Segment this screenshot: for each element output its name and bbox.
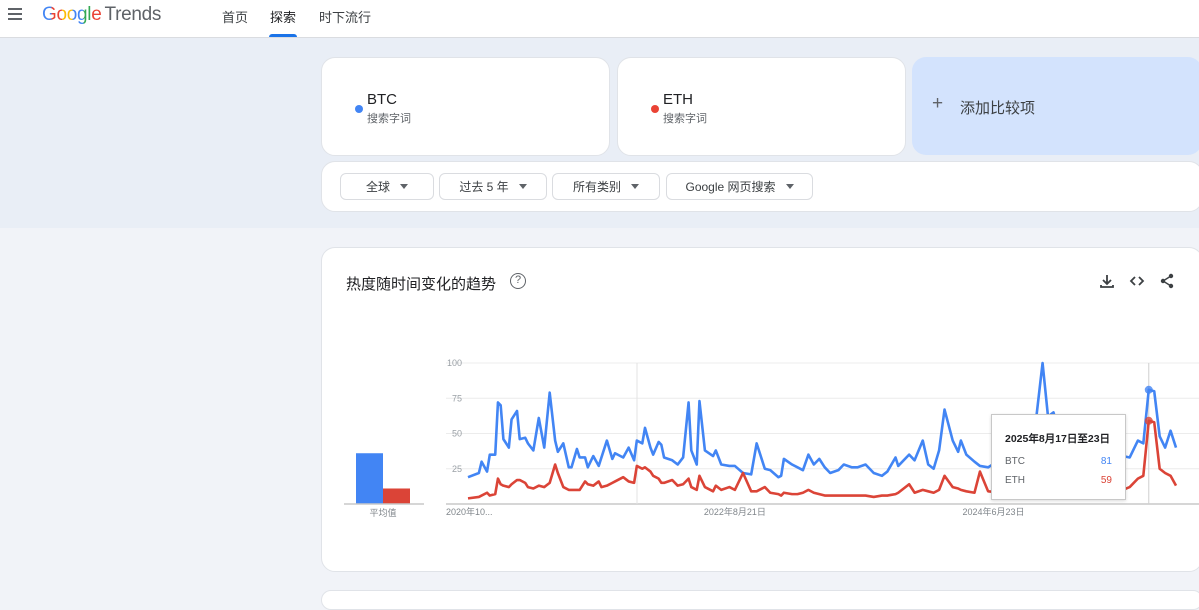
y-tick-label: 25 bbox=[452, 464, 462, 474]
region-select[interactable]: 全球 bbox=[340, 173, 434, 200]
hover-point-eth bbox=[1144, 416, 1153, 425]
eth-color-dot bbox=[651, 105, 659, 113]
y-tick-label: 100 bbox=[447, 358, 462, 368]
x-tick-label: 2022年8月21日 bbox=[704, 506, 766, 517]
tooltip-value: 59 bbox=[1100, 475, 1112, 486]
average-bar-btc bbox=[356, 453, 383, 504]
term-type: 搜索字词 bbox=[663, 113, 707, 125]
logo-trends: Trends bbox=[104, 4, 162, 25]
search-type-select[interactable]: Google 网页搜索 bbox=[666, 173, 813, 200]
add-comparison-label: 添加比较项 bbox=[960, 100, 1036, 117]
trend-chart[interactable]: 100 75 50 25 2020年10... 2022年8月21日 2024年6月23日 平… bbox=[322, 248, 1199, 573]
next-card bbox=[321, 590, 1199, 610]
hamburger-menu-icon[interactable] bbox=[8, 8, 22, 20]
plus-icon: + bbox=[932, 93, 944, 114]
x-tick-label: 2020年10... bbox=[446, 506, 493, 517]
nav-trending[interactable]: 时下流行 bbox=[319, 7, 371, 26]
term-card-eth[interactable]: ETH 搜索字词 bbox=[617, 57, 906, 156]
region-value: 全球 bbox=[365, 180, 390, 194]
btc-color-dot bbox=[355, 105, 363, 113]
add-comparison-button[interactable]: + 添加比较项 bbox=[912, 57, 1199, 155]
google-trends-logo[interactable]: Google Trends bbox=[42, 4, 161, 26]
time-range-value: 过去 5 年 bbox=[459, 180, 509, 194]
category-select[interactable]: 所有类别 bbox=[552, 173, 660, 200]
dropdown-caret-icon bbox=[400, 184, 408, 189]
dropdown-caret-icon bbox=[631, 184, 639, 189]
logo-google: Google bbox=[42, 4, 102, 25]
search-type-value: Google 网页搜索 bbox=[685, 180, 776, 194]
term-name: BTC bbox=[367, 91, 397, 108]
filter-bar: 全球 过去 5 年 所有类别 Google 网页搜索 bbox=[321, 161, 1199, 212]
tooltip-term: BTC bbox=[1005, 456, 1025, 467]
top-bar: Google Trends 首页 探索 时下流行 bbox=[0, 0, 1199, 38]
tooltip-date: 2025年8月17日至23日 bbox=[1005, 433, 1111, 445]
term-type: 搜索字词 bbox=[367, 113, 411, 125]
y-tick-label: 50 bbox=[452, 429, 462, 439]
nav-explore[interactable]: 探索 bbox=[268, 7, 298, 37]
term-name: ETH bbox=[663, 91, 693, 108]
average-bar-eth bbox=[383, 488, 410, 504]
tooltip-row-btc: BTC 81 bbox=[1005, 456, 1112, 467]
average-label: 平均值 bbox=[369, 507, 396, 518]
tooltip-term: ETH bbox=[1005, 475, 1025, 486]
tooltip-value: 81 bbox=[1100, 456, 1112, 467]
nav-home[interactable]: 首页 bbox=[222, 7, 248, 26]
time-range-select[interactable]: 过去 5 年 bbox=[439, 173, 547, 200]
dropdown-caret-icon bbox=[785, 184, 794, 189]
x-tick-label: 2024年6月23日 bbox=[963, 506, 1025, 517]
tooltip-row-eth: ETH 59 bbox=[1005, 475, 1112, 486]
y-tick-label: 75 bbox=[452, 393, 462, 403]
dropdown-caret-icon bbox=[518, 184, 527, 189]
hover-point-btc bbox=[1144, 385, 1153, 394]
interest-over-time-card: 热度随时间变化的趋势 ? 100 75 50 25 2020年10... 2022年8月2… bbox=[321, 247, 1199, 572]
hover-tooltip: 2025年8月17日至23日 BTC 81 ETH 59 bbox=[991, 414, 1126, 500]
category-value: 所有类别 bbox=[572, 180, 621, 194]
term-card-btc[interactable]: BTC 搜索字词 bbox=[321, 57, 610, 156]
